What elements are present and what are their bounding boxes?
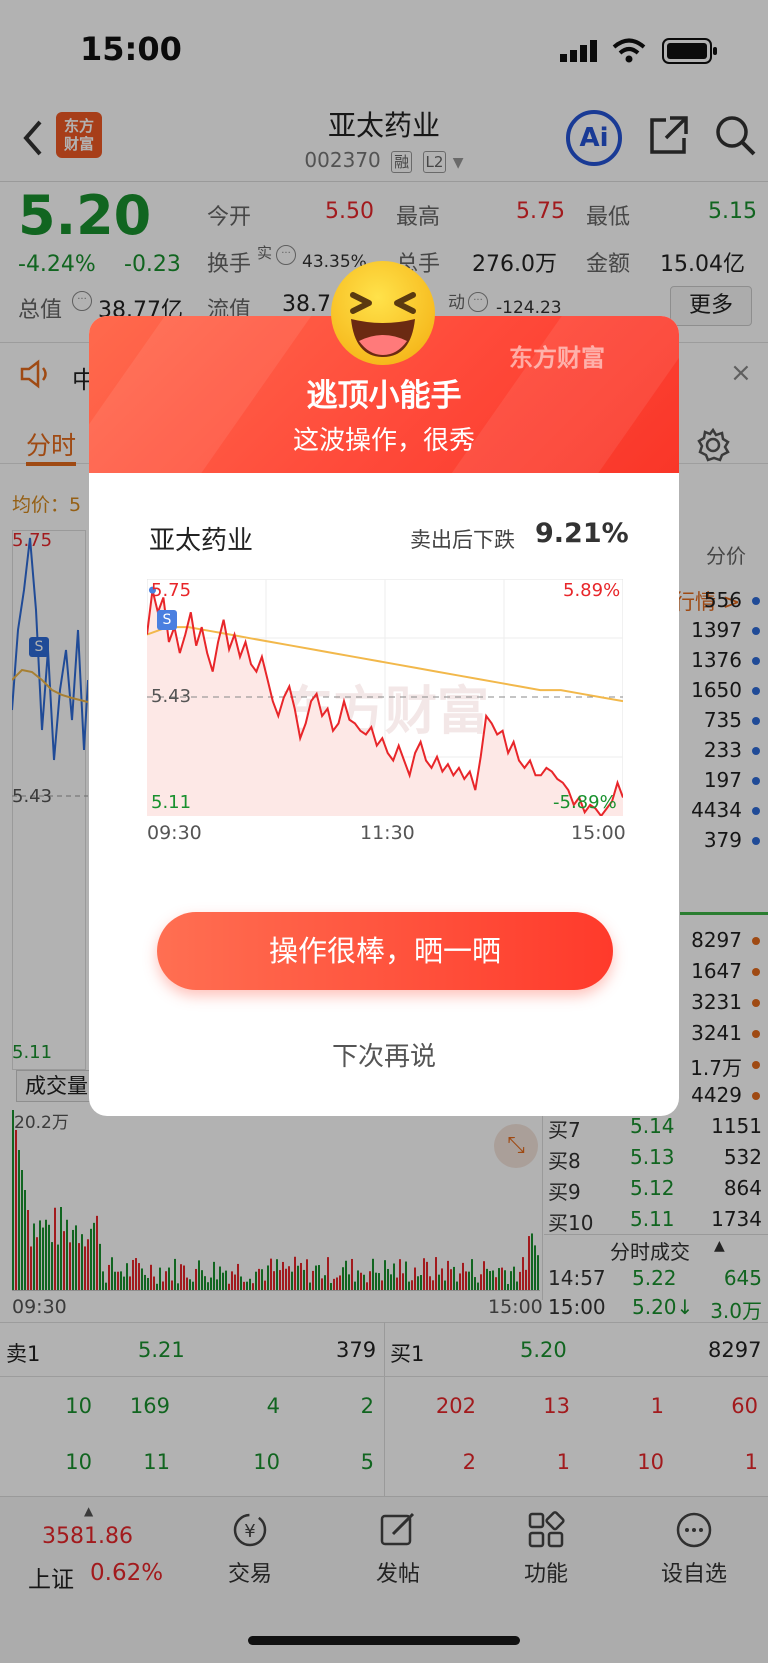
dialog-stock-name: 亚太药业	[149, 526, 254, 556]
mini-x-mid: 11:30	[360, 822, 415, 844]
sell-result-dialog: 东方财富 逃顶小能手 这波操作，很秀 亚太药业 卖出后下跌 9.21% 东方财富…	[89, 316, 679, 1116]
mini-x-start: 09:30	[147, 822, 202, 844]
drop-label: 卖出后下跌	[410, 528, 515, 552]
mini-pct-top: 5.89%	[563, 580, 621, 601]
mini-y-mid: 5.43	[151, 686, 192, 707]
mini-chart: 东方财富	[147, 579, 623, 816]
brand-watermark: 东方财富	[509, 344, 605, 372]
drop-value: 9.21%	[535, 518, 629, 549]
laughing-emoji-icon	[331, 261, 435, 365]
mini-x-end: 15:00	[571, 822, 626, 844]
mini-y-bottom: 5.11	[151, 792, 192, 813]
dialog-subtitle: 这波操作，很秀	[292, 426, 475, 456]
mini-pct-bottom: -5.89%	[553, 792, 617, 813]
app-screen: 15:00 东方 财富 亚太药业 002370 融 L2 ▼ Ai 5.20 -4…	[0, 0, 768, 1663]
share-result-button[interactable]: 操作很棒，晒一晒	[157, 912, 613, 990]
dialog-title: 逃顶小能手	[306, 378, 462, 414]
home-indicator[interactable]	[248, 1636, 520, 1645]
mini-sell-marker: S	[157, 610, 177, 630]
mini-y-top: 5.75	[151, 580, 192, 601]
dismiss-link[interactable]: 下次再说	[89, 1036, 679, 1073]
